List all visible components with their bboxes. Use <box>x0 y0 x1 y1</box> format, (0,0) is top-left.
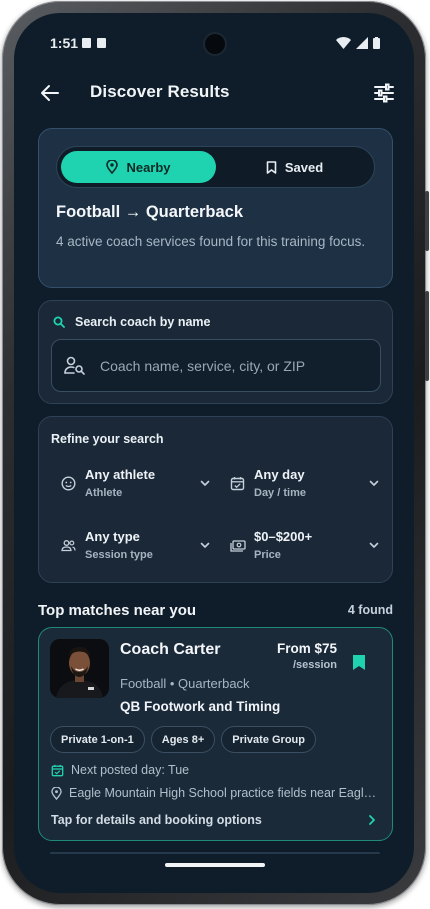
filter-session-type-caption: Session type <box>85 549 153 561</box>
focus-heading: Football → Quarterback <box>56 203 244 221</box>
filter-session-type[interactable]: Any type Session type <box>51 529 211 569</box>
results-count: 4 found <box>347 603 393 617</box>
front-camera <box>205 34 225 54</box>
sim-icon <box>97 38 106 48</box>
location-text: Eagle Mountain High School practice fiel… <box>69 786 379 800</box>
filter-price[interactable]: $0–$200+ Price <box>220 529 380 569</box>
tab-nearby-label: Nearby <box>126 159 171 175</box>
chip-private: Private 1-on-1 <box>50 726 145 753</box>
focus-card: Nearby Saved Football → Quarterback 4 ac… <box>38 128 393 288</box>
tab-saved-label: Saved <box>284 159 324 175</box>
focus-subtext: 4 active coach services found for this t… <box>56 234 366 249</box>
chevron-down-icon <box>200 542 210 548</box>
tune-icon[interactable] <box>372 81 396 105</box>
next-card-edge <box>50 852 380 854</box>
coach-avatar <box>50 639 109 698</box>
session-chips: Private 1-on-1 Ages 8+ Private Group <box>50 726 316 753</box>
bookmark-icon[interactable] <box>352 654 366 671</box>
filter-day[interactable]: Any day Day / time <box>220 467 380 507</box>
group-icon <box>61 540 76 552</box>
chevron-down-icon <box>200 480 210 486</box>
calendar-check-icon <box>51 764 64 776</box>
filter-athlete-caption: Athlete <box>85 487 123 499</box>
next-day-row: Next posted day: Tue <box>51 763 189 777</box>
chevron-down-icon <box>369 480 379 486</box>
search-card: Search coach by name <box>38 300 393 404</box>
filter-day-caption: Day / time <box>254 487 306 499</box>
search-icon <box>53 316 65 328</box>
chip-ages: Ages 8+ <box>150 726 216 753</box>
coach-price-unit: /session <box>292 659 337 671</box>
results-title: Top matches near you <box>38 602 197 619</box>
coach-photo <box>50 639 109 698</box>
results-header: Top matches near you 4 found <box>38 602 393 624</box>
chevron-down-icon <box>369 542 379 548</box>
filter-athlete[interactable]: Any athlete Athlete <box>51 467 211 507</box>
back-arrow-icon[interactable] <box>38 81 62 105</box>
status-right <box>336 37 380 49</box>
filter-athlete-value: Any athlete <box>85 467 156 482</box>
filter-price-caption: Price <box>254 549 281 561</box>
refine-card: Refine your search Any athlete Athlete A… <box>38 416 393 583</box>
page-title: Discover Results <box>90 82 230 101</box>
bookmark-outline-icon <box>266 160 277 174</box>
nearby-saved-toggle: Nearby Saved <box>56 146 375 188</box>
chevron-right-icon[interactable] <box>366 813 378 827</box>
app-bar: Discover Results <box>14 77 414 109</box>
phone-frame: 1:51 Discover Results Nearby Saved Footb… <box>2 1 429 905</box>
volume-button <box>425 291 429 381</box>
coach-card[interactable]: Coach Carter From $75 /session Football … <box>38 627 393 841</box>
search-field[interactable] <box>51 339 381 392</box>
status-bar: 1:51 <box>14 13 414 63</box>
search-label-text: Search coach by name <box>75 315 211 329</box>
battery-icon <box>373 37 380 49</box>
search-label: Search coach by name <box>53 315 210 329</box>
coach-name: Coach Carter <box>120 641 221 658</box>
details-cta[interactable]: Tap for details and booking options <box>51 813 262 827</box>
cash-icon <box>230 540 246 552</box>
tab-saved[interactable]: Saved <box>217 151 372 183</box>
chip-group: Private Group <box>221 726 316 753</box>
coach-price: From $75 <box>276 641 337 656</box>
face-icon <box>61 476 76 491</box>
location-pin-icon <box>106 160 119 174</box>
calendar-icon <box>230 477 245 491</box>
filter-day-value: Any day <box>254 467 305 482</box>
person-search-icon <box>64 356 85 375</box>
refine-label: Refine your search <box>51 432 164 446</box>
next-day-text: Next posted day: Tue <box>71 763 190 777</box>
home-indicator[interactable] <box>165 863 265 867</box>
status-time: 1:51 <box>50 35 79 51</box>
wifi-icon <box>336 37 351 49</box>
signal-icon <box>356 37 368 49</box>
search-input[interactable] <box>100 340 370 391</box>
filter-price-value: $0–$200+ <box>254 529 313 544</box>
coach-sport: Football • Quarterback <box>120 676 250 691</box>
location-pin-icon <box>51 786 62 800</box>
notification-icons <box>82 38 106 48</box>
notification-icon <box>82 38 91 48</box>
location-row: Eagle Mountain High School practice fiel… <box>51 786 381 800</box>
coach-service: QB Footwork and Timing <box>120 699 281 714</box>
filter-session-type-value: Any type <box>85 529 140 544</box>
tab-nearby[interactable]: Nearby <box>61 151 216 183</box>
power-button <box>425 191 429 251</box>
screen: 1:51 Discover Results Nearby Saved Footb… <box>14 13 414 893</box>
